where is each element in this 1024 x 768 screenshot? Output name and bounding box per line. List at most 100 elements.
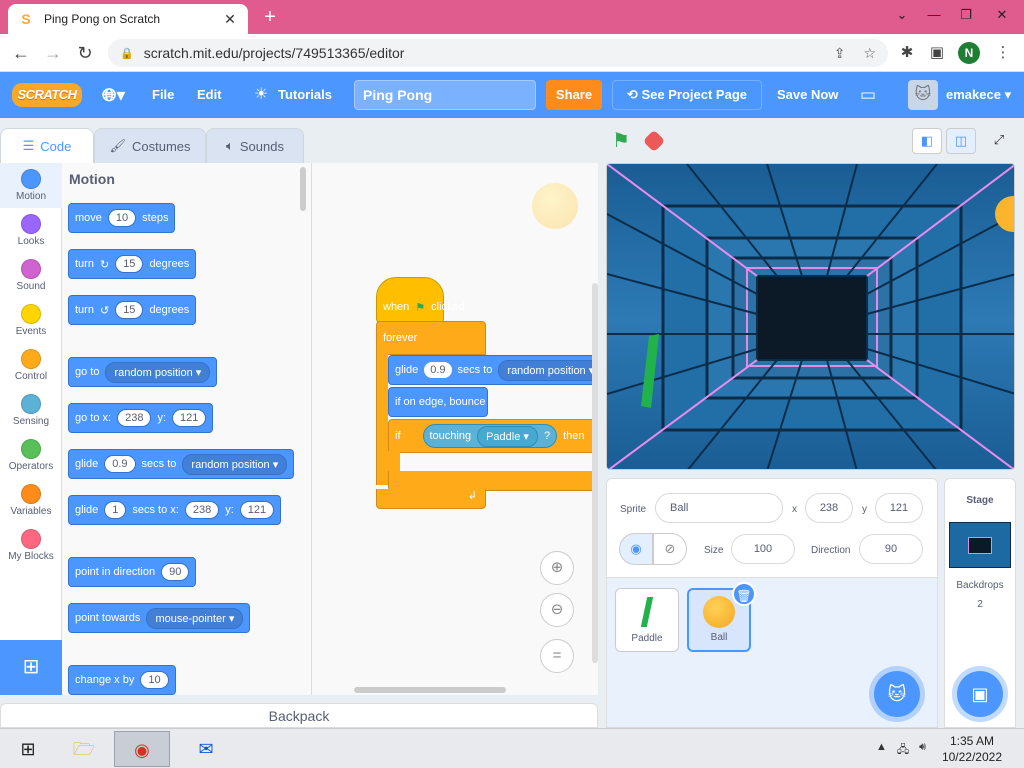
show-sprite-button[interactable]: ◉ (619, 533, 653, 565)
x-input[interactable]: 238 (805, 493, 853, 523)
profile-avatar[interactable]: N (958, 42, 980, 64)
block-number-input[interactable]: 10 (107, 209, 137, 227)
mail-taskbar-button[interactable]: ✉ (178, 731, 234, 767)
sprite-name-input[interactable]: Ball (655, 493, 783, 523)
block-go-to-xy[interactable]: go to x: 238 y: 121 (68, 403, 214, 433)
file-explorer-button[interactable]: 🗁︎ (56, 731, 112, 767)
block-go-to[interactable]: go to random position ▾ (68, 357, 218, 387)
chrome-taskbar-button[interactable]: ◉ (114, 731, 170, 767)
new-tab-button[interactable]: + (258, 6, 282, 28)
zoom-out-button[interactable]: ⊖ (540, 593, 574, 627)
normal-stage-button[interactable]: ◫ (946, 128, 976, 154)
backpack-bar[interactable]: Backpack (0, 703, 598, 728)
block-dropdown[interactable]: random position ▾ (182, 453, 288, 475)
small-stage-button[interactable]: ◧ (912, 128, 942, 154)
choose-sprite-button[interactable]: 🐱︎ (874, 671, 920, 717)
file-menu[interactable]: File (152, 72, 174, 118)
share-icon[interactable]: ⇪ (834, 45, 846, 62)
reload-button[interactable]: ↻ (72, 40, 98, 66)
user-avatar[interactable]: 🐱︎ (908, 80, 938, 110)
direction-input[interactable]: 90 (859, 534, 923, 564)
tutorials-button[interactable]: Tutorials (278, 72, 332, 118)
category-control[interactable]: Control (0, 343, 62, 388)
touching-block[interactable]: touching Paddle ▾? (422, 424, 558, 448)
block-dropdown[interactable]: mouse-pointer ▾ (146, 607, 244, 629)
choose-backdrop-button[interactable]: ▣ (957, 671, 1003, 717)
back-button[interactable]: ← (8, 40, 34, 66)
block-number-input[interactable]: 15 (115, 255, 144, 273)
block-point-in-direction[interactable]: point in direction 90 (68, 557, 197, 587)
category-looks[interactable]: Looks (0, 208, 62, 253)
see-project-page-button[interactable]: ⟲ See Project Page (612, 80, 762, 110)
block-point-towards[interactable]: point towards mouse-pointer ▾ (68, 603, 251, 633)
browser-tab[interactable]: S Ping Pong on Scratch ✕ (8, 4, 248, 34)
share-button[interactable]: Share (546, 80, 602, 110)
save-now-button[interactable]: Save Now (777, 72, 838, 118)
block-dropdown[interactable]: Paddle ▾ (477, 425, 538, 447)
tab-code[interactable]: ☰ Code (0, 128, 94, 163)
add-extension-button[interactable]: ⊞ (0, 640, 62, 695)
green-flag-button[interactable]: ⚑ (612, 130, 634, 152)
side-panel-icon[interactable]: ▣ (924, 40, 950, 66)
y-input[interactable]: 121 (875, 493, 923, 523)
url-input[interactable]: 🔒 scratch.mit.edu/projects/749513365/edi… (108, 39, 888, 67)
block-glide-to[interactable]: glide 0.9 secs to random position ▾ (68, 449, 295, 479)
category-motion[interactable]: Motion (0, 163, 62, 208)
globe-icon[interactable]: 🌐︎▾ (102, 72, 125, 118)
edit-menu[interactable]: Edit (197, 72, 222, 118)
block-glide-to-xy[interactable]: glide 1 secs to x: 238 y: 121 (68, 495, 282, 525)
close-window-button[interactable]: ✕ (986, 2, 1018, 28)
when-flag-clicked-block[interactable]: when ⚑ clicked (376, 277, 465, 323)
script-horizontal-scrollbar[interactable] (354, 687, 506, 693)
folder-icon[interactable]: ▭ (860, 72, 876, 118)
forever-block[interactable]: forever (376, 321, 486, 355)
block-number-input[interactable]: 238 (184, 501, 220, 519)
scratch-logo[interactable]: SCRATCH (12, 83, 82, 107)
block-number-input[interactable]: 121 (239, 501, 275, 519)
category-operators[interactable]: Operators (0, 433, 62, 478)
block-number-input[interactable]: 1 (104, 501, 127, 519)
stage-canvas[interactable] (606, 163, 1015, 470)
tab-costumes[interactable]: 🖌︎ Costumes (94, 128, 206, 163)
category-variables[interactable]: Variables (0, 478, 62, 523)
block-number-input[interactable]: 0.9 (424, 362, 452, 378)
zoom-reset-button[interactable]: = (540, 639, 574, 673)
category-sound[interactable]: Sound (0, 253, 62, 298)
block-change-x[interactable]: change x by 10 (68, 665, 176, 695)
script-area[interactable]: when ⚑ clicked forever glide 0.9 secs to rand… (312, 163, 598, 695)
system-clock[interactable]: 1:35 AM 10/22/2022 (942, 733, 1002, 765)
block-dropdown[interactable]: random position ▾ (498, 359, 598, 381)
category-events[interactable]: Events (0, 298, 62, 343)
script-bounce-block[interactable]: if on edge, bounce (388, 387, 488, 417)
hide-sprite-button[interactable]: ⊘ (653, 533, 687, 565)
script-glide-block[interactable]: glide 0.9 secs to random position ▾ (388, 355, 598, 385)
block-number-input[interactable]: 238 (117, 409, 152, 427)
fullscreen-button[interactable]: ⤢ (984, 128, 1014, 154)
username-menu[interactable]: emakece ▾ (946, 72, 1011, 118)
windows-start-button[interactable]: ⊞ (0, 731, 56, 767)
network-icon[interactable]: 🖧︎ (897, 741, 909, 760)
zoom-in-button[interactable]: ⊕ (540, 551, 574, 585)
block-turn-right[interactable]: turn ↻ 15 degrees (68, 249, 197, 279)
extensions-icon[interactable]: ✱ (894, 40, 920, 66)
palette-scrollbar[interactable] (300, 167, 306, 211)
block-turn-left[interactable]: turn ↺ 15 degrees (68, 295, 197, 325)
block-number-input[interactable]: 121 (172, 409, 207, 427)
chevron-down-icon[interactable]: ⌄ (886, 2, 918, 28)
forward-button[interactable]: → (40, 40, 66, 66)
stop-button[interactable] (642, 129, 666, 153)
block-move-steps[interactable]: move 10 steps (68, 203, 176, 233)
if-then-block[interactable]: if touching Paddle ▾? then (388, 419, 598, 453)
volume-icon[interactable]: 🔊︎ (919, 741, 926, 760)
tab-sounds[interactable]: 🔈︎ Sounds (206, 128, 304, 163)
bookmark-star-icon[interactable]: ☆ (863, 45, 876, 62)
size-input[interactable]: 100 (731, 534, 795, 564)
block-number-input[interactable]: 10 (140, 671, 169, 689)
project-title-input[interactable]: Ping Pong (354, 80, 536, 110)
block-number-input[interactable]: 90 (161, 563, 190, 581)
minimize-button[interactable]: — (918, 2, 950, 28)
block-number-input[interactable]: 15 (115, 301, 144, 319)
script-vertical-scrollbar[interactable] (592, 283, 598, 663)
chevron-up-icon[interactable]: ▲ (876, 741, 887, 760)
sprite-card-paddle[interactable]: Paddle (615, 588, 679, 652)
